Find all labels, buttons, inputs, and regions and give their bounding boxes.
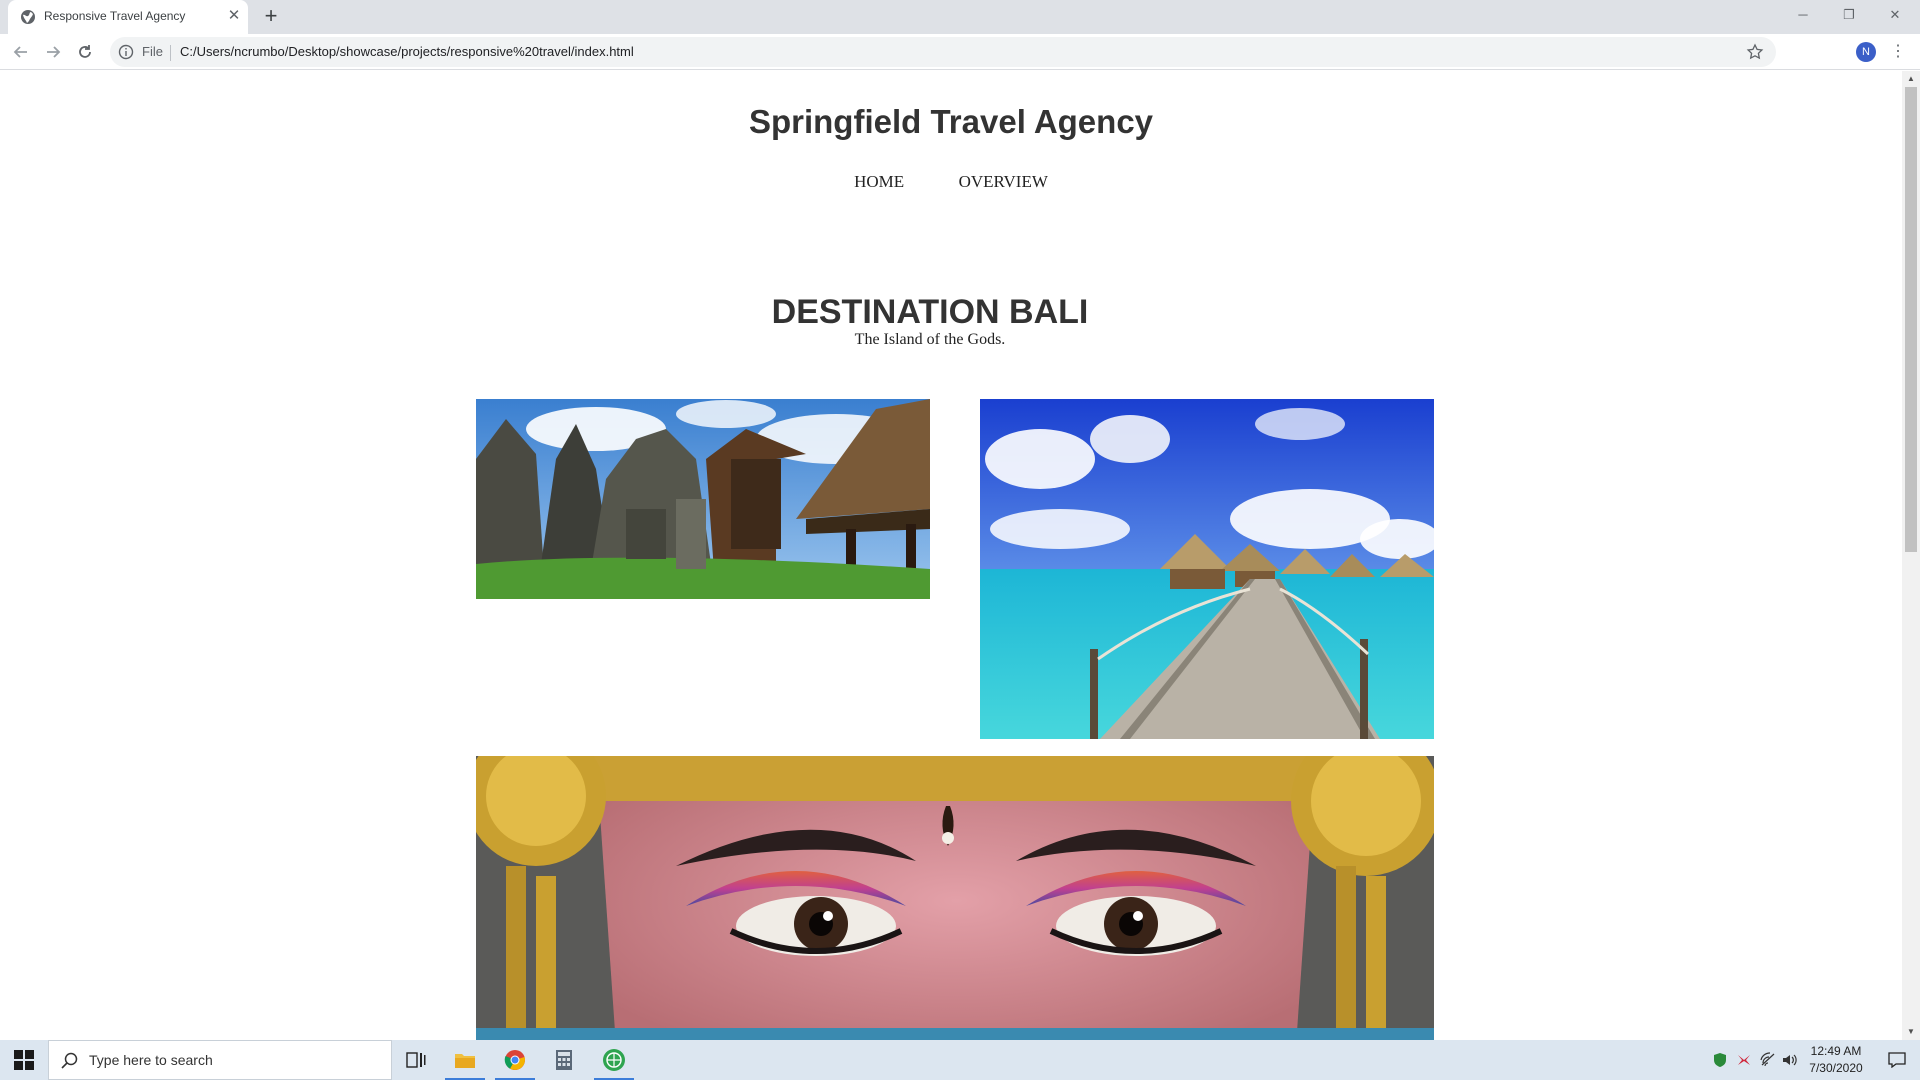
action-center-button[interactable] [1874, 1040, 1920, 1080]
taskbar-search-box[interactable]: Type here to search [48, 1040, 392, 1080]
restore-button[interactable]: ❐ [1826, 0, 1872, 30]
notification-icon [1888, 1052, 1906, 1068]
speaker-icon [1783, 1054, 1797, 1066]
bookmark-star-icon[interactable] [1746, 43, 1764, 61]
url-text[interactable]: C:/Users/ncrumbo/Desktop/showcase/projec… [180, 44, 634, 59]
section-subtitle: The Island of the Gods. [854, 331, 1006, 348]
search-icon [61, 1052, 78, 1069]
page-scrollbar[interactable]: ▲ ▼ [1902, 71, 1920, 1040]
file-scheme-label: File [142, 44, 163, 59]
info-icon[interactable] [118, 44, 134, 60]
clock-time: 12:49 AM [1810, 1044, 1862, 1058]
task-view-icon [406, 1052, 426, 1068]
wifi-icon [1760, 1052, 1775, 1067]
volume-tray-button[interactable] [1778, 1040, 1800, 1080]
reload-button[interactable] [72, 39, 98, 65]
clock-date: 7/30/2020 [1809, 1061, 1863, 1075]
section-title: DESTINATION BALI [771, 293, 1089, 331]
app-tray-button[interactable] [1732, 1040, 1756, 1080]
task-view-button[interactable] [392, 1040, 440, 1080]
taskbar-clock[interactable]: 12:49 AM 7/30/2020 [1800, 1043, 1872, 1077]
tab-title: Responsive Travel Agency [44, 9, 186, 23]
address-bar[interactable]: File C:/Users/ncrumbo/Desktop/showcase/p… [110, 37, 1776, 67]
app-taskbar-button[interactable] [590, 1040, 638, 1080]
browser-menu-icon[interactable]: ⋮ [1888, 42, 1908, 62]
back-button[interactable] [8, 39, 34, 65]
close-tab-icon[interactable]: ✕ [224, 6, 244, 26]
new-tab-button[interactable]: + [258, 4, 284, 30]
overwater-bungalow-photo [980, 399, 1434, 739]
browser-tab[interactable]: Responsive Travel Agency ✕ [8, 0, 248, 34]
balinese-dancer-photo [476, 756, 1434, 1040]
green-globe-icon [603, 1049, 625, 1071]
site-nav: HOME OVERVIEW [0, 172, 1902, 192]
omnibox-divider [170, 45, 171, 61]
red-app-icon [1738, 1055, 1750, 1065]
file-explorer-button[interactable] [441, 1040, 489, 1080]
windows-taskbar: Type here to search 12:49 AM 7/30/2020 [0, 1040, 1920, 1080]
minimize-button[interactable]: ─ [1780, 0, 1826, 30]
close-window-button[interactable]: ✕ [1872, 0, 1918, 30]
calculator-icon [556, 1050, 572, 1070]
network-tray-button[interactable] [1756, 1040, 1780, 1080]
windows-logo-icon [14, 1050, 34, 1070]
site-title: Springfield Travel Agency [748, 103, 1154, 140]
page-viewport: Springfield Travel Agency HOME OVERVIEW … [0, 71, 1902, 1040]
globe-icon [21, 10, 35, 24]
start-button[interactable] [0, 1040, 48, 1080]
scroll-up-icon[interactable]: ▲ [1902, 71, 1920, 87]
temple-photo [476, 399, 930, 599]
chrome-taskbar-button[interactable] [491, 1040, 539, 1080]
scroll-down-icon[interactable]: ▼ [1902, 1024, 1920, 1040]
browser-tabstrip: Responsive Travel Agency ✕ + ─ ❐ ✕ [0, 0, 1920, 34]
forward-button[interactable] [40, 39, 66, 65]
arrow-left-icon [13, 46, 27, 58]
folder-icon [455, 1054, 475, 1068]
chrome-icon [504, 1050, 525, 1070]
calculator-button[interactable] [540, 1040, 588, 1080]
nav-link-home[interactable]: HOME [854, 172, 904, 192]
nav-link-overview[interactable]: OVERVIEW [959, 172, 1048, 192]
search-placeholder: Type here to search [89, 1052, 213, 1068]
security-tray-button[interactable] [1708, 1040, 1732, 1080]
profile-avatar[interactable]: N [1856, 42, 1876, 62]
reload-icon [79, 45, 91, 58]
browser-toolbar: File C:/Users/ncrumbo/Desktop/showcase/p… [0, 34, 1920, 70]
shield-icon [1714, 1053, 1726, 1067]
scroll-thumb[interactable] [1905, 87, 1917, 552]
arrow-right-icon [47, 46, 61, 58]
